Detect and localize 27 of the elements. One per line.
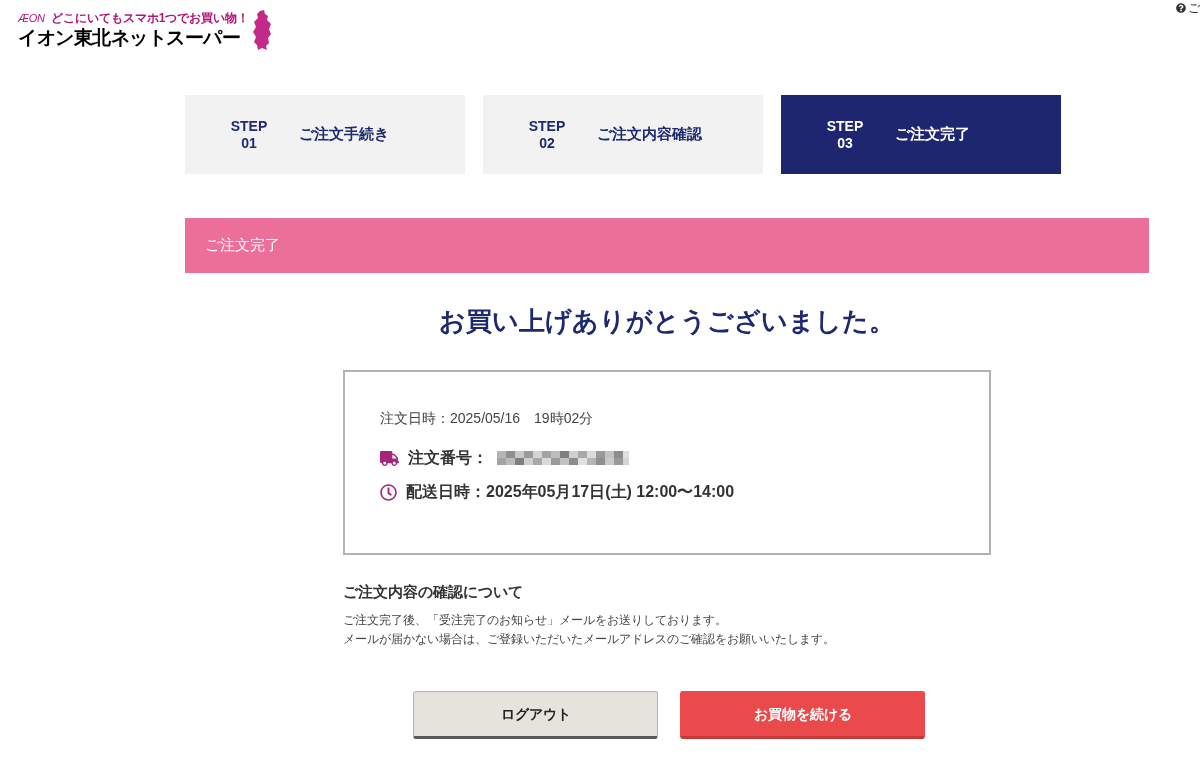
brand-logo-text: ÆON bbox=[18, 10, 45, 26]
step-label: STEP bbox=[826, 117, 864, 135]
note-text: メールが届かない場合は、ご登録いただいたメールアドレスのご確認をお願いいたします。 bbox=[343, 631, 835, 648]
step-title: ご注文内容確認 bbox=[597, 124, 702, 145]
truck-icon bbox=[380, 449, 399, 467]
section-title: ご注文完了 bbox=[205, 235, 280, 256]
order-date: 注文日時：2025/05/16 19時02分 bbox=[380, 409, 594, 428]
figure-logo-icon bbox=[252, 10, 273, 50]
tagline: どこにいてもスマホ1つでお買い物！ bbox=[50, 10, 250, 26]
order-detail-text: 配送日時：2025年05月17日(土) 12:00〜14:00 bbox=[406, 482, 735, 502]
step-title: ご注文完了 bbox=[895, 124, 970, 145]
clock-icon bbox=[380, 483, 397, 501]
order-detail-text: 注文番号： bbox=[408, 448, 488, 468]
help-icon bbox=[1176, 3, 1186, 13]
thank-you-heading: お買い上げありがとうございました。 bbox=[439, 305, 895, 338]
help-link[interactable]: ご bbox=[1176, 0, 1200, 16]
note-text: ご注文完了後、「受注完了のお知らせ」メールをお送りしております。 bbox=[343, 612, 727, 629]
step-number: 03 bbox=[837, 134, 853, 152]
step-label: STEP bbox=[528, 117, 566, 135]
site-name: イオン東北ネットスーパー bbox=[18, 25, 241, 50]
note-heading: ご注文内容の確認について bbox=[343, 582, 523, 602]
step-number: 02 bbox=[539, 134, 555, 152]
continue-shopping-button[interactable]: お買物を続ける bbox=[680, 691, 925, 739]
step-label: STEP bbox=[230, 117, 268, 135]
step-number: 01 bbox=[241, 134, 257, 152]
step-title: ご注文手続き bbox=[299, 124, 389, 145]
logout-button[interactable]: ログアウト bbox=[413, 691, 658, 739]
